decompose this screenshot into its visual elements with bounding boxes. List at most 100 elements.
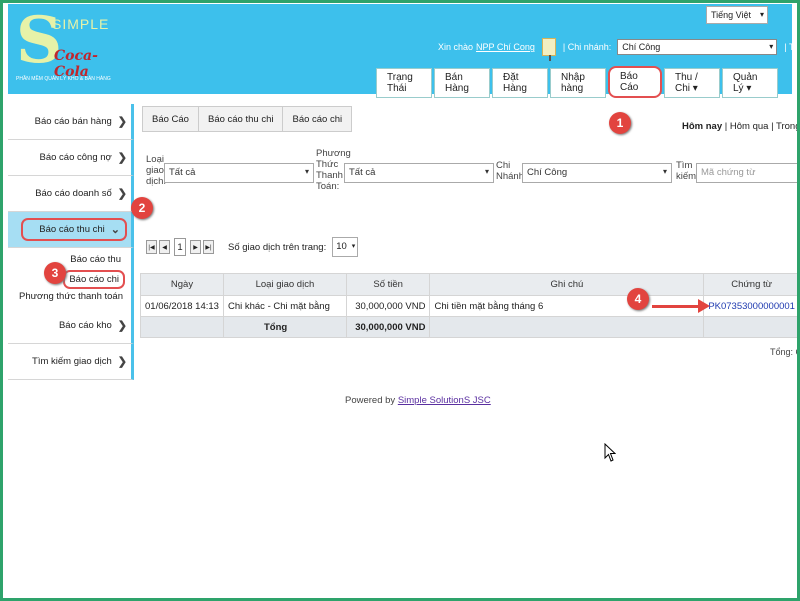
col-type[interactable]: Loại giao dịch — [222, 273, 347, 296]
quick-today[interactable]: Hôm nay — [682, 121, 722, 132]
branch-filter-value: Chí Công — [527, 167, 568, 178]
sidebar-item-revenue-report[interactable]: Báo cáo doanh số ❯ — [8, 176, 134, 212]
annotation-3: 3 — [44, 262, 66, 284]
cell-type: Chi khác - Chi mặt bằng — [222, 295, 347, 317]
search-input[interactable]: Mã chứng từ — [696, 163, 800, 183]
chevron-down-icon: ▾ — [769, 42, 774, 51]
quick-date-filters: Hôm nay | Hôm qua | Trong tháng — [682, 121, 800, 132]
greeting-text: Xin chào — [438, 42, 474, 52]
branch-filter-select[interactable]: Chí Công ▾ — [522, 163, 672, 183]
quick-yesterday[interactable]: Hôm qua — [730, 121, 769, 132]
powered-link[interactable]: Simple SolutionS JSC — [398, 395, 491, 406]
table-header-row: Ngày Loại giao dịch Số tiền Ghi chú Chứn… — [140, 273, 800, 296]
sidebar-item-label: Báo cáo bán hàng — [34, 116, 112, 127]
total-amount: 30,000,000 VND — [345, 316, 431, 338]
voucher-link[interactable]: PK07353000000001 — [703, 295, 800, 317]
language-select[interactable]: Tiếng Việt ▾ — [706, 6, 768, 24]
sidebar-item-label: Báo cáo công nợ — [39, 152, 112, 163]
breadcrumb-item[interactable]: Báo cáo thu chi — [197, 106, 284, 132]
annotation-2: 2 — [131, 197, 153, 219]
cell-date: 01/06/2018 14:13 — [140, 295, 224, 317]
menu-quan-ly[interactable]: Quản Lý ▾ — [722, 68, 778, 98]
col-date[interactable]: Ngày — [140, 273, 224, 296]
sub-expense-report[interactable]: Báo cáo chi — [63, 270, 125, 289]
cell-empty — [429, 316, 705, 338]
pagesize-select[interactable]: 10 ▾ — [332, 237, 359, 257]
method-label: Phương Thức Thanh Toán: — [316, 148, 351, 192]
logout-link[interactable]: | Thoát — [784, 42, 800, 52]
cell-empty — [703, 316, 800, 338]
powered-prefix: Powered by — [345, 395, 396, 406]
search-label: Tìm kiếm: — [676, 160, 699, 182]
mouse-cursor-icon — [604, 443, 616, 462]
first-page-button[interactable]: |◀ — [146, 240, 157, 254]
income-expense-label: Báo cáo thu chi — [39, 224, 105, 235]
user-bar: Xin chào NPP Chí Cong | Chi nhánh: Chí C… — [438, 38, 800, 61]
language-value: Tiếng Việt — [711, 10, 752, 20]
menu-bao-cao[interactable]: Báo Cáo — [608, 66, 662, 98]
pagesize-value: 10 — [336, 241, 347, 252]
col-note[interactable]: Ghi chú — [429, 273, 705, 296]
breadcrumb-item[interactable]: Báo Cáo — [142, 106, 199, 132]
menu-thu-chi[interactable]: Thu / Chi ▾ — [664, 68, 720, 98]
flag-icon — [541, 38, 556, 61]
next-page-button[interactable]: ▶ — [190, 240, 201, 254]
sidebar-submenu: Báo cáo thu Báo cáo chi Phương thức than… — [8, 248, 134, 308]
menu-dat-hang[interactable]: Đặt Hàng — [492, 68, 548, 98]
annotation-arrow — [652, 305, 700, 308]
user-link[interactable]: NPP Chí Cong — [476, 42, 535, 52]
method-value: Tất cả — [349, 167, 376, 178]
menu-nhap-hang[interactable]: Nhập hàng — [550, 68, 606, 98]
total-label: Tổng — [222, 316, 347, 338]
logo: S SIMPLE Coca-Cola PHẦN MỀM QUẢN LÝ KHO … — [16, 8, 126, 90]
sidebar-item-label: Tìm kiếm giao dịch — [32, 356, 112, 367]
breadcrumb: Báo Cáo Báo cáo thu chi Báo cáo chi — [142, 106, 353, 132]
type-value: Tất cả — [169, 167, 196, 178]
app-header: S SIMPLE Coca-Cola PHẦN MỀM QUẢN LÝ KHO … — [8, 4, 800, 98]
logo-simple-text: SIMPLE — [52, 16, 110, 32]
sidebar-item-search-transaction[interactable]: Tìm kiếm giao dịch ❯ — [8, 344, 134, 380]
cell-amount: 30,000,000 VND — [345, 295, 431, 317]
col-amount[interactable]: Số tiền — [345, 273, 431, 296]
quick-separator: | — [722, 121, 730, 132]
chevron-right-icon: ❯ — [117, 320, 127, 332]
pagination: |◀ ◀ 1 ▶ ▶| Số giao dịch trên trang: 10 ▾ — [146, 237, 359, 257]
chevron-down-icon: ⌄ — [110, 224, 120, 236]
chevron-down-icon: ▾ — [759, 10, 764, 19]
chevron-right-icon: ❯ — [117, 356, 127, 368]
annotation-1: 1 — [609, 112, 631, 134]
branch-select[interactable]: Chí Công ▾ — [617, 39, 778, 55]
quick-month[interactable]: Trong tháng — [776, 121, 800, 132]
col-voucher[interactable]: Chứng từ — [703, 273, 800, 296]
menu-trang-thai[interactable]: Trạng Thái — [376, 68, 432, 98]
type-label: Loại giao dịch: — [146, 154, 167, 187]
prev-page-button[interactable]: ◀ — [159, 240, 170, 254]
branch-filter-label: Chi Nhánh: — [496, 160, 527, 182]
chevron-down-icon: ▾ — [351, 243, 356, 250]
chevron-right-icon: ❯ — [117, 188, 127, 200]
sidebar-item-stock-report[interactable]: Báo cáo kho ❯ — [8, 308, 134, 344]
total-summary: Tổng: Ch — [770, 347, 800, 357]
sub-payment-method[interactable]: Phương thức thanh toán — [19, 291, 123, 302]
last-page-button[interactable]: ▶| — [203, 240, 214, 254]
sidebar-item-debt-report[interactable]: Báo cáo công nợ ❯ — [8, 140, 134, 176]
main-menu: Trạng Thái Bán Hàng Đặt Hàng Nhập hàng B… — [376, 66, 778, 98]
search-placeholder: Mã chứng từ — [701, 167, 756, 178]
sidebar-item-income-expense[interactable]: Báo cáo thu chi ⌄ — [8, 212, 134, 248]
sub-income-report[interactable]: Báo cáo thu — [70, 254, 121, 265]
method-select[interactable]: Tất cả ▾ — [344, 163, 494, 183]
sidebar-item-label: Báo cáo kho — [58, 320, 112, 331]
cell-empty — [140, 316, 224, 338]
arrow-right-icon — [698, 299, 710, 313]
chevron-down-icon: ▾ — [304, 167, 309, 176]
chevron-right-icon: ❯ — [117, 152, 127, 164]
annotation-4: 4 — [627, 288, 649, 310]
branch-value: Chí Công — [622, 42, 661, 52]
page-number[interactable]: 1 — [174, 238, 186, 256]
sidebar-item-sales-report[interactable]: Báo cáo bán hàng ❯ — [8, 104, 134, 140]
chevron-down-icon: ▾ — [662, 167, 667, 176]
menu-ban-hang[interactable]: Bán Hàng — [434, 68, 490, 98]
breadcrumb-item-current: Báo cáo chi — [282, 106, 353, 132]
type-select[interactable]: Tất cả ▾ — [164, 163, 314, 183]
table-total-row: Tổng 30,000,000 VND — [140, 316, 800, 338]
